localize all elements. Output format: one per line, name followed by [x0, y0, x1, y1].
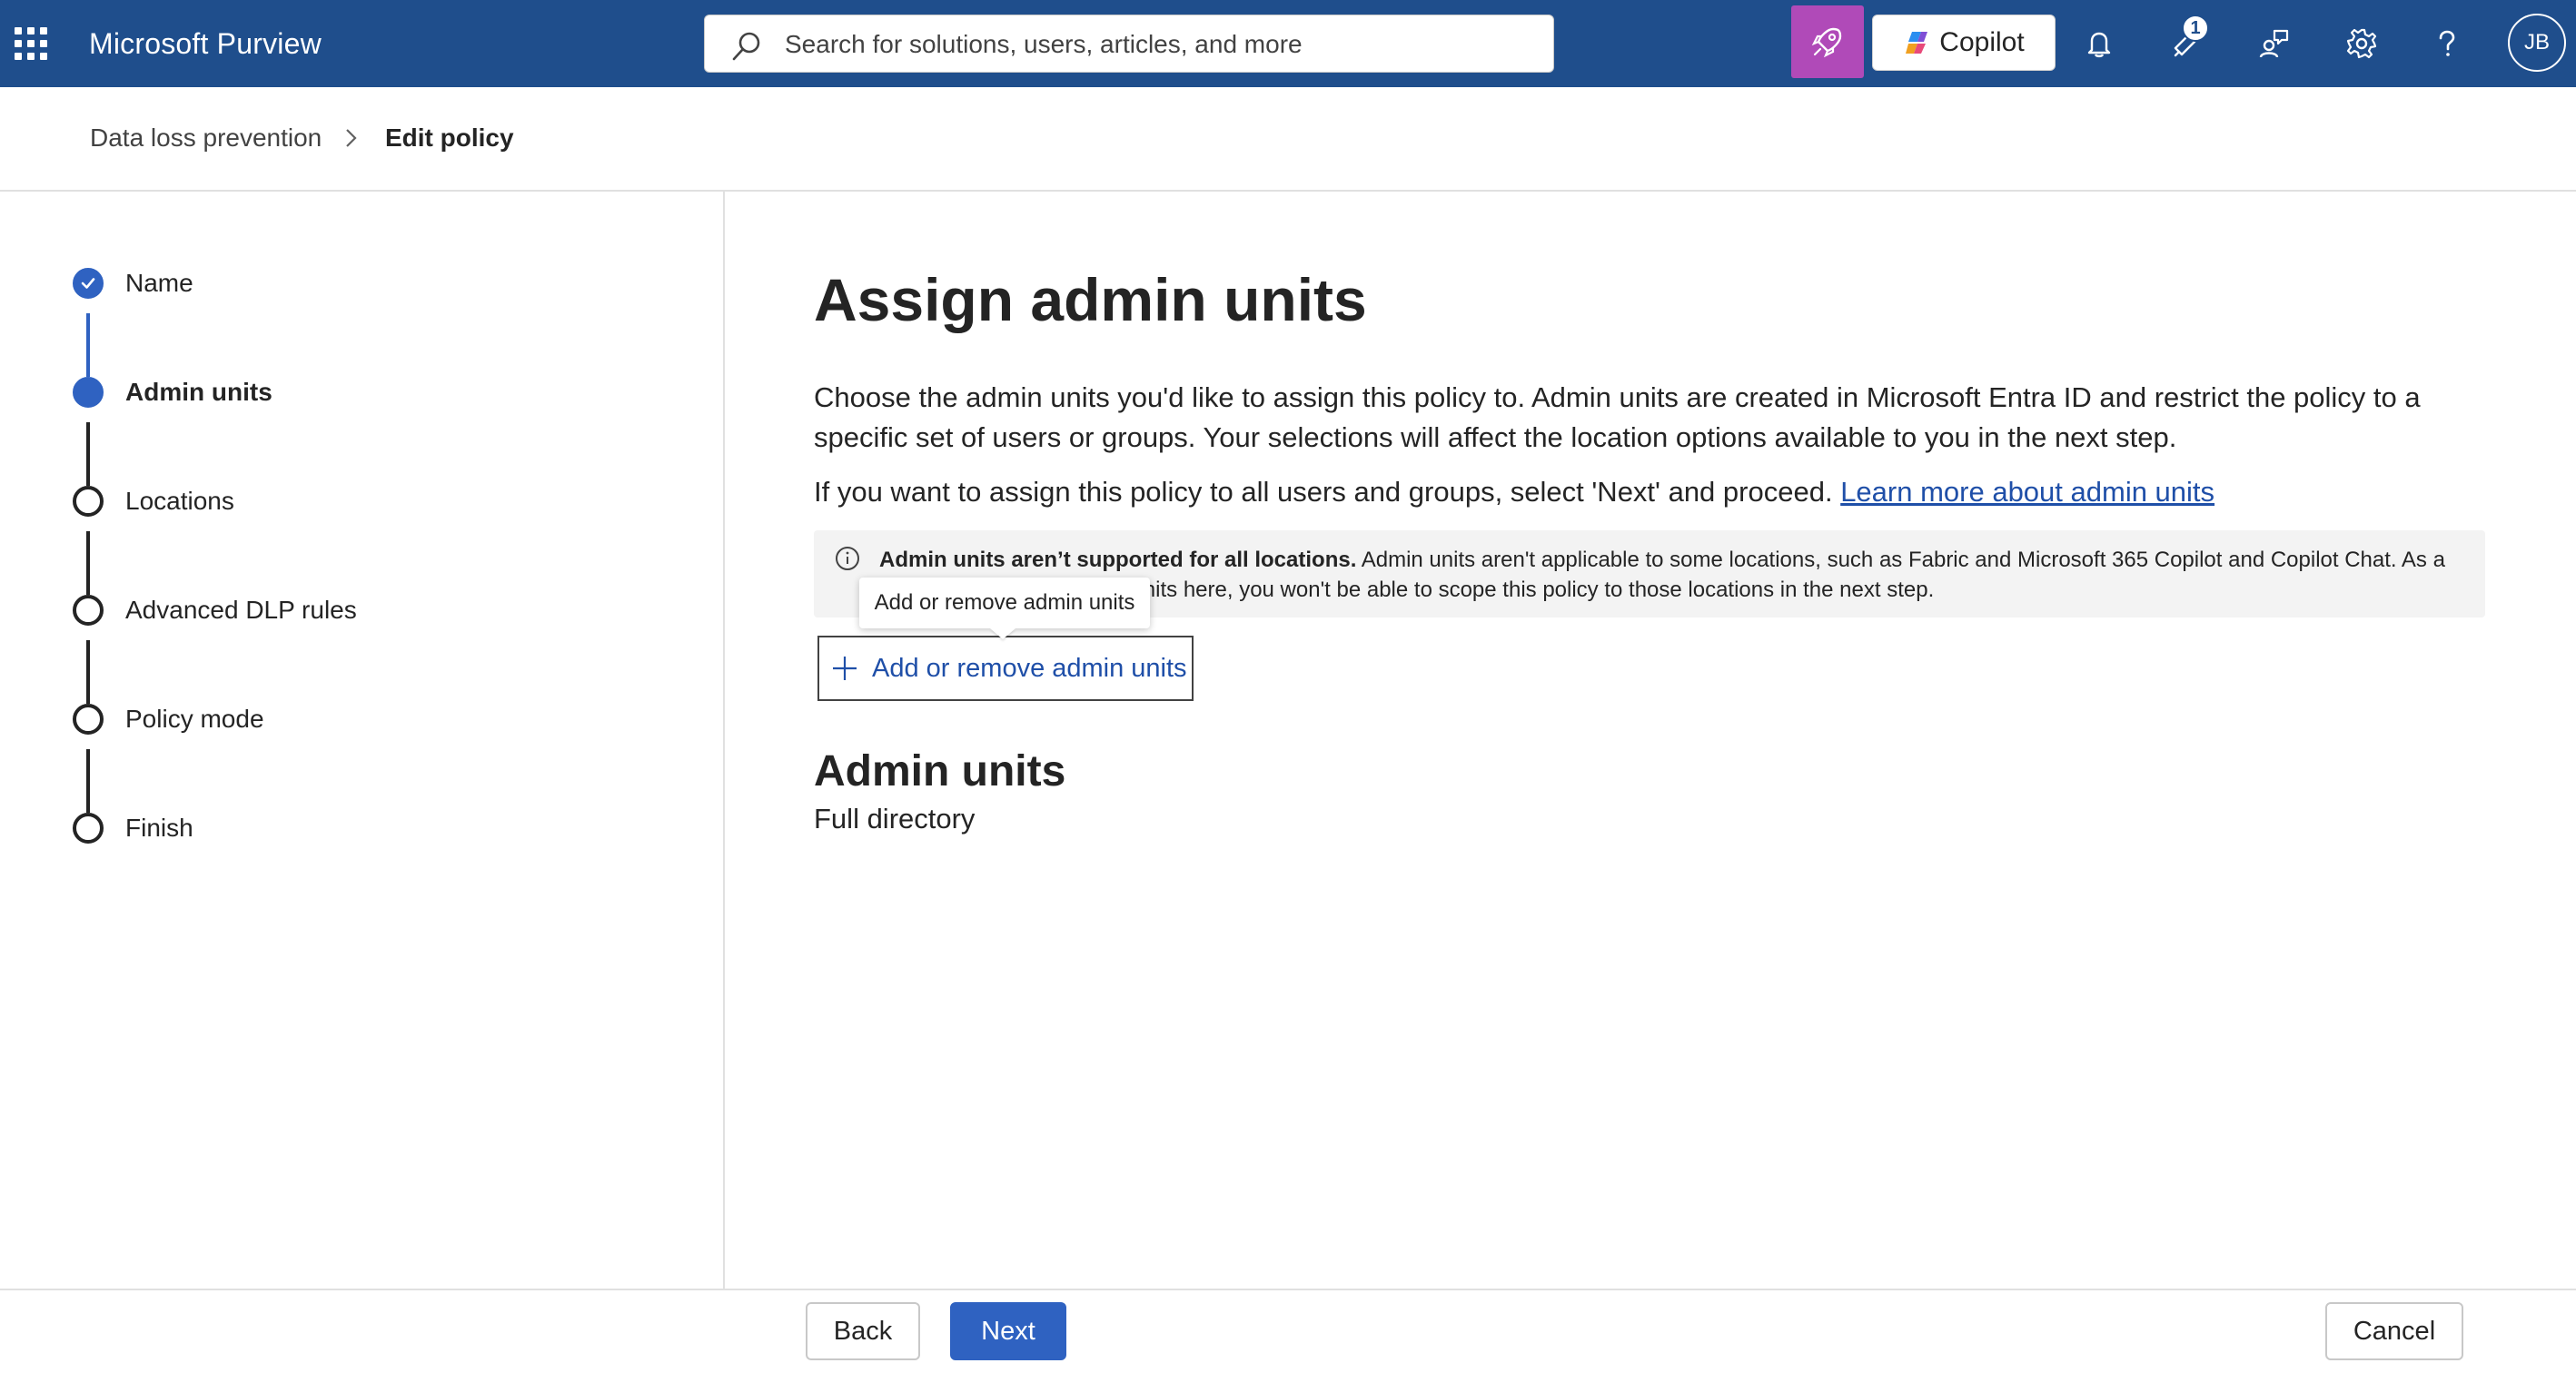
search-input[interactable] [785, 25, 1530, 64]
wizard-stepper: Name Admin units Locations Advanced DLP … [0, 192, 725, 1289]
copilot-button[interactable]: Copilot [1872, 15, 2056, 71]
circle-icon [73, 704, 104, 735]
settings-button[interactable] [2336, 18, 2387, 69]
top-bar: Microsoft Purview Copilot [0, 0, 2576, 87]
step-name[interactable]: Name [73, 268, 193, 299]
add-button-label: Add or remove admin units [872, 653, 1187, 683]
step-label: Locations [125, 487, 234, 515]
learn-more-link[interactable]: Learn more about admin units [1840, 476, 2214, 508]
search-icon [732, 32, 760, 61]
avatar[interactable]: JB [2508, 14, 2566, 72]
step-connector [86, 422, 90, 486]
plus-icon [833, 657, 857, 680]
copilot-label: Copilot [1939, 27, 2025, 57]
community-button[interactable] [2249, 18, 2300, 69]
info-icon [836, 547, 859, 570]
circle-icon [73, 486, 104, 517]
step-label: Name [125, 269, 193, 297]
tooltip: Add or remove admin units [859, 578, 1150, 628]
step-admin-units[interactable]: Admin units [73, 377, 272, 408]
next-button[interactable]: Next [950, 1302, 1066, 1360]
breadcrumb-current: Edit policy [385, 123, 514, 152]
copilot-logo-icon [1906, 32, 1928, 54]
app-title[interactable]: Microsoft Purview [89, 27, 322, 61]
description: Choose the admin units you'd like to ass… [814, 381, 2421, 453]
help-button[interactable] [2422, 18, 2472, 69]
step-label: Admin units [125, 378, 272, 406]
breadcrumb: Data loss prevention Edit policy [0, 87, 2576, 192]
step-label: Advanced DLP rules [125, 596, 357, 624]
step-label: Policy mode [125, 705, 264, 733]
step-connector [86, 749, 90, 813]
search-box[interactable] [704, 15, 1554, 73]
chevron-right-icon [346, 129, 357, 147]
bell-icon [2087, 32, 2111, 58]
notifications-button[interactable] [2074, 18, 2125, 69]
breadcrumb-data-loss-prevention[interactable]: Data loss prevention [90, 123, 322, 153]
step-finish[interactable]: Finish [73, 813, 193, 844]
description-secondary: If you want to assign this policy to all… [814, 472, 2485, 512]
add-or-remove-admin-units-button[interactable]: Add or remove admin units [817, 636, 1194, 701]
step-connector [86, 640, 90, 704]
description-secondary-text: If you want to assign this policy to all… [814, 476, 1833, 508]
circle-icon [73, 813, 104, 844]
step-advanced-dlp-rules[interactable]: Advanced DLP rules [73, 595, 357, 626]
cancel-button[interactable]: Cancel [2325, 1302, 2463, 1360]
current-step-icon [73, 377, 104, 408]
rocket-icon [1811, 27, 1842, 58]
step-locations[interactable]: Locations [73, 486, 234, 517]
step-policy-mode[interactable]: Policy mode [73, 704, 264, 735]
whats-new-button[interactable]: 1 [2160, 15, 2211, 69]
help-icon [2439, 30, 2455, 56]
people-chat-icon [2259, 29, 2289, 58]
step-connector [86, 313, 90, 377]
admin-units-heading: Admin units [814, 747, 1066, 795]
notification-badge: 1 [2182, 15, 2209, 42]
rocket-button[interactable] [1791, 5, 1864, 78]
page-title: Assign admin units [814, 266, 1367, 333]
checkmark-icon [73, 268, 104, 299]
admin-units-value: Full directory [814, 803, 976, 835]
step-label: Finish [125, 814, 193, 842]
circle-icon [73, 595, 104, 626]
back-button[interactable]: Back [806, 1302, 920, 1360]
gear-icon [2346, 28, 2377, 59]
wizard-footer: Back Next Cancel [0, 1289, 2576, 1373]
info-message-title: Admin units aren’t supported for all loc… [879, 548, 1357, 572]
app-launcher-icon[interactable] [15, 27, 47, 60]
step-connector [86, 531, 90, 595]
